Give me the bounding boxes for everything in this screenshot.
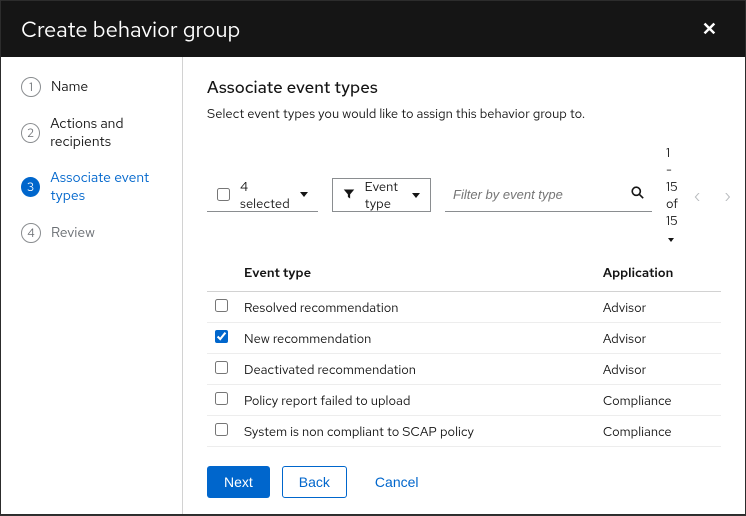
close-icon[interactable]: ✕ (694, 14, 725, 45)
modal-body: 1 Name 2 Actions and recipients 3 Associ… (1, 57, 745, 514)
cell-application: Advisor (595, 354, 721, 385)
caret-down-icon (300, 192, 308, 197)
wizard-step-actions[interactable]: 2 Actions and recipients (21, 115, 182, 151)
back-button[interactable]: Back (282, 466, 347, 498)
wizard-step-review[interactable]: 4 Review (21, 223, 182, 243)
table-row: New recommendationAdvisor (207, 323, 721, 354)
step-number: 4 (21, 223, 41, 243)
col-checkbox (207, 256, 236, 292)
wizard-footer: Next Back Cancel (207, 452, 721, 498)
modal-title: Create behavior group (21, 15, 240, 44)
cell-application: Compliance (595, 385, 721, 416)
col-application: Application (595, 256, 721, 292)
table-row: System is non compliant to SCAP policyCo… (207, 416, 721, 447)
filter-type-label: Event type (365, 178, 398, 212)
wizard-content: Associate event types Select event types… (183, 57, 745, 514)
filter-type-dropdown[interactable]: Event type (332, 178, 431, 212)
table-row: Policy report failed to uploadCompliance (207, 385, 721, 416)
cancel-button[interactable]: Cancel (359, 467, 435, 497)
next-page-button[interactable]: › (716, 181, 738, 210)
row-checkbox[interactable] (215, 392, 228, 405)
wizard-step-associate[interactable]: 3 Associate event types (21, 169, 182, 205)
step-number: 3 (21, 177, 40, 197)
table-row: Resolved recommendationAdvisor (207, 292, 721, 323)
wizard-nav: 1 Name 2 Actions and recipients 3 Associ… (1, 57, 183, 514)
bulk-select-label: 4 selected (240, 178, 290, 212)
page-title: Associate event types (207, 77, 721, 99)
col-event-type: Event type (236, 256, 595, 292)
row-checkbox[interactable] (215, 330, 228, 343)
caret-down-icon (412, 193, 420, 198)
step-label: Associate event types (50, 169, 182, 205)
pagination-label[interactable]: 1 - 15 of 15 (666, 144, 678, 246)
page-subtitle: Select event types you would like to ass… (207, 105, 721, 122)
toolbar: 4 selected Event type (207, 144, 721, 246)
create-behavior-group-modal: Create behavior group ✕ 1 Name 2 Actions… (1, 1, 745, 514)
pagination: 1 - 15 of 15 ‹ › (666, 144, 739, 246)
filter-search-input-wrap (445, 178, 652, 212)
cell-event-type: New recommendation (236, 323, 595, 354)
bulk-select-checkbox[interactable] (217, 188, 230, 201)
cell-event-type: System is non compliant to SCAP policy (236, 416, 595, 447)
cell-application: Advisor (595, 292, 721, 323)
caret-down-icon (668, 238, 674, 242)
search-icon[interactable] (631, 186, 644, 204)
next-button[interactable]: Next (207, 466, 270, 498)
cell-event-type: Deactivated recommendation (236, 354, 595, 385)
step-label: Actions and recipients (50, 115, 182, 151)
row-checkbox[interactable] (215, 361, 228, 374)
cell-application: Compliance (595, 416, 721, 447)
wizard-step-name[interactable]: 1 Name (21, 77, 182, 97)
step-label: Name (51, 78, 88, 96)
step-label: Review (51, 224, 95, 242)
prev-page-button[interactable]: ‹ (686, 181, 708, 210)
filter-search-input[interactable] (453, 187, 631, 202)
row-checkbox[interactable] (215, 299, 228, 312)
step-number: 1 (21, 77, 41, 97)
modal-header: Create behavior group ✕ (1, 1, 745, 57)
row-checkbox[interactable] (215, 423, 228, 436)
cell-event-type: Policy report failed to upload (236, 385, 595, 416)
table-row: Deactivated recommendationAdvisor (207, 354, 721, 385)
filter-icon (343, 187, 355, 204)
event-types-table: Event type Application Resolved recommen… (207, 256, 721, 452)
cell-application: Advisor (595, 323, 721, 354)
event-types-table-wrap: Event type Application Resolved recommen… (207, 256, 721, 452)
step-number: 2 (21, 123, 40, 143)
bulk-select-dropdown[interactable]: 4 selected (207, 178, 318, 212)
cell-event-type: Resolved recommendation (236, 292, 595, 323)
